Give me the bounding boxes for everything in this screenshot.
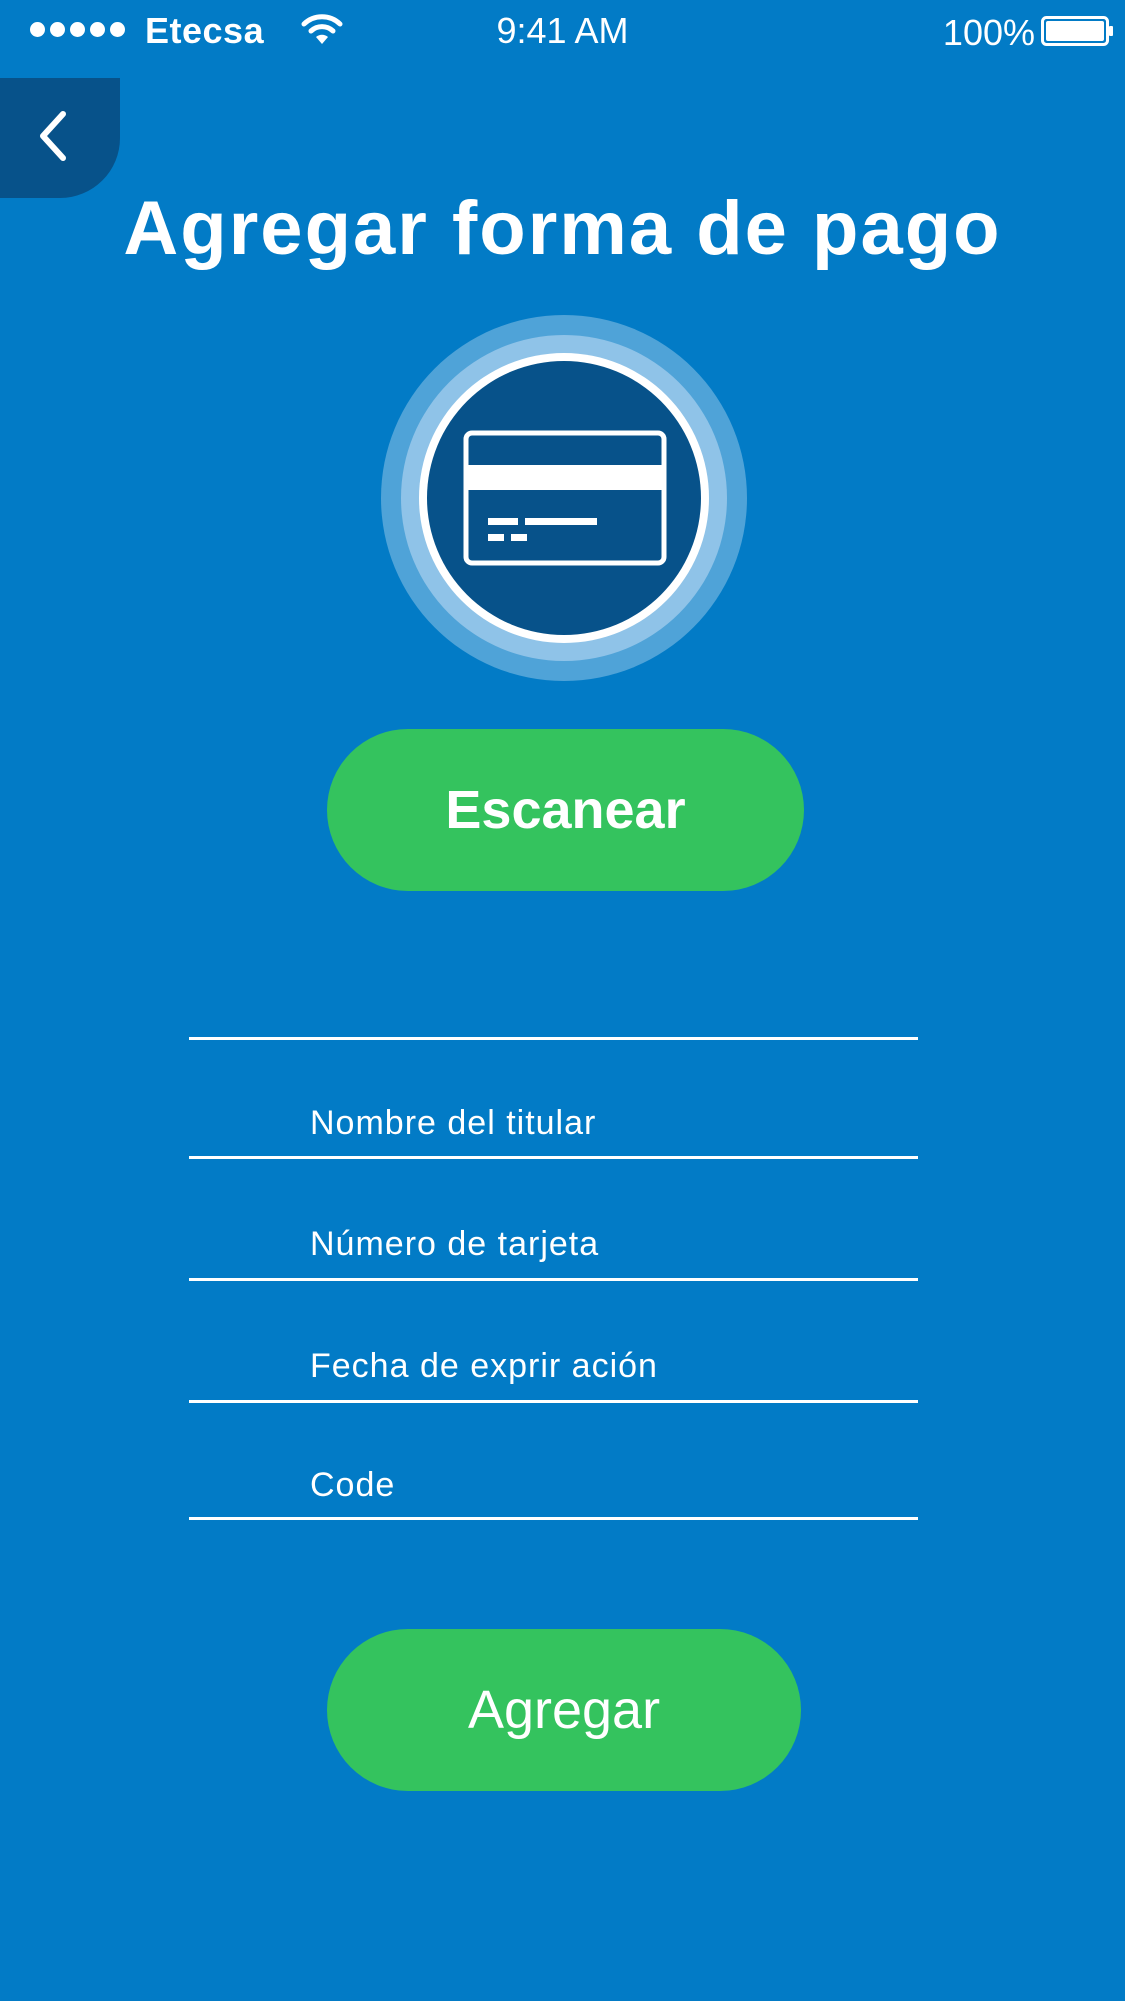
holder-name-input[interactable] (189, 1062, 918, 1156)
battery-icon (1041, 16, 1113, 46)
code-input[interactable] (189, 1425, 918, 1517)
chevron-left-icon (40, 111, 66, 161)
battery-percentage: 100% (942, 12, 1035, 53)
status-bar: Etecsa 9:41 AM 100% (0, 0, 1125, 64)
scan-button[interactable]: Escanear (327, 729, 804, 891)
holder-name-field[interactable] (189, 1062, 918, 1159)
form-divider (189, 1037, 918, 1040)
back-button[interactable] (0, 78, 120, 198)
card-number-input[interactable] (189, 1182, 918, 1278)
add-button[interactable]: Agregar (327, 1629, 801, 1791)
card-number-field[interactable] (189, 1182, 918, 1281)
code-field[interactable] (189, 1425, 918, 1520)
page-title: Agregar forma de pago (123, 186, 1002, 271)
expiry-date-field[interactable] (189, 1304, 918, 1403)
expiry-date-input[interactable] (189, 1304, 918, 1400)
credit-card-icon (381, 315, 747, 681)
